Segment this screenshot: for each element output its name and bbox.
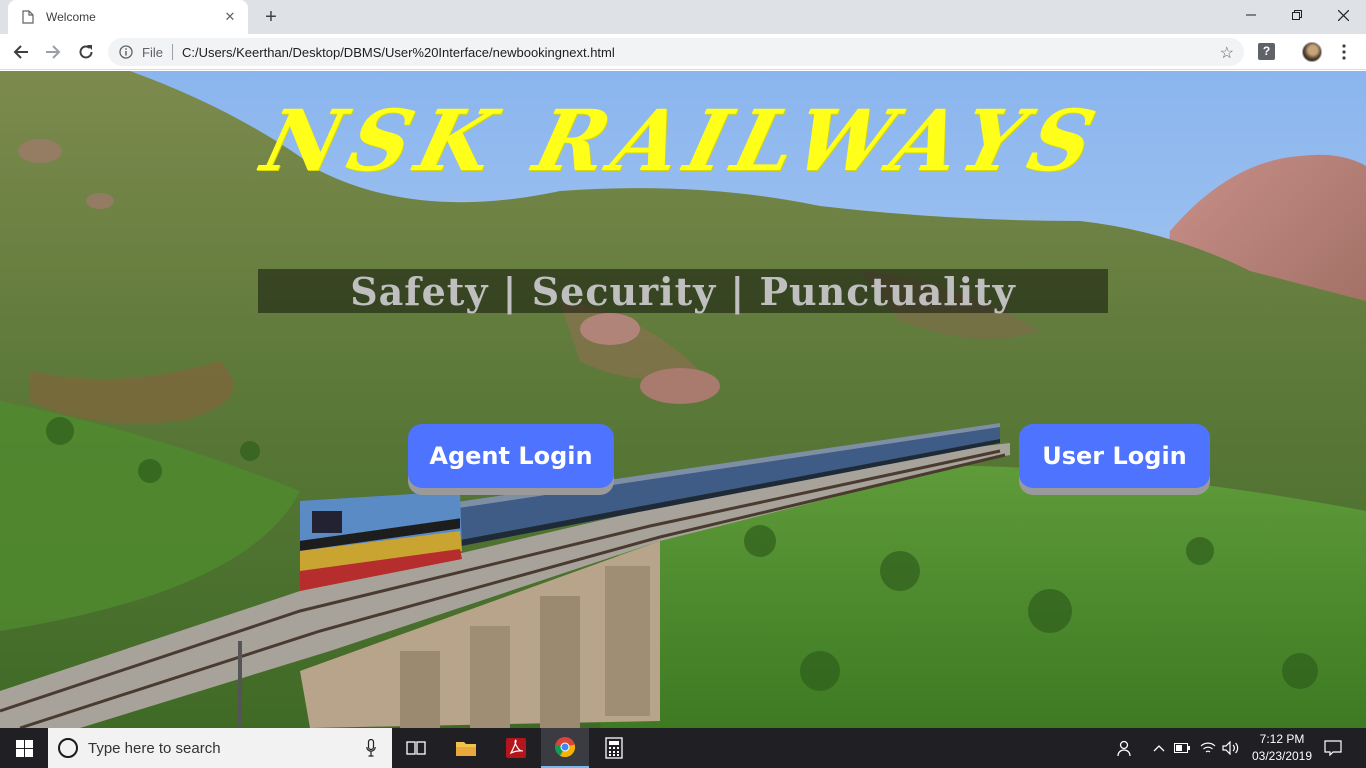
chrome-button[interactable] — [541, 728, 589, 768]
acrobat-button[interactable] — [492, 728, 540, 768]
clock-date: 03/23/2019 — [1251, 749, 1313, 763]
close-icon — [1337, 9, 1349, 21]
battery-icon — [1174, 743, 1190, 753]
url-text[interactable]: C:/Users/Keerthan/Desktop/DBMS/User%20In… — [182, 45, 615, 60]
chevron-up-icon — [1153, 745, 1165, 752]
reload-icon — [79, 45, 93, 59]
show-hidden-icons-button[interactable] — [1150, 728, 1168, 768]
page-viewport: NSK RAILWAYS Safety | Security | Punctua… — [0, 71, 1366, 728]
battery-button[interactable] — [1172, 728, 1192, 768]
info-icon[interactable] — [119, 45, 133, 59]
task-view-button[interactable] — [392, 728, 440, 768]
agent-login-button[interactable]: Agent Login — [408, 424, 614, 488]
page-icon — [22, 10, 34, 24]
search-placeholder: Type here to search — [88, 739, 221, 757]
forward-button[interactable] — [41, 40, 65, 64]
pdf-icon — [506, 738, 526, 758]
people-icon — [1117, 740, 1131, 757]
kebab-menu-icon[interactable] — [1338, 42, 1350, 62]
file-scheme-label: File — [142, 44, 163, 60]
tab-strip: Welcome ✕ + — [0, 0, 1366, 34]
cortana-icon — [58, 738, 78, 758]
browser-toolbar: File C:/Users/Keerthan/Desktop/DBMS/User… — [0, 34, 1366, 70]
brand-title: NSK RAILWAYS — [253, 91, 1113, 190]
chrome-icon — [554, 737, 576, 758]
file-explorer-button[interactable] — [442, 728, 490, 768]
clock-time: 7:12 PM — [1259, 732, 1305, 746]
tab-close-icon[interactable]: ✕ — [222, 9, 238, 25]
notification-icon — [1324, 740, 1342, 756]
network-button[interactable] — [1198, 728, 1218, 768]
calculator-button[interactable] — [590, 728, 638, 768]
calculator-icon — [605, 737, 623, 759]
action-center-button[interactable] — [1320, 728, 1346, 768]
address-separator — [171, 44, 173, 60]
tagline-banner: Safety | Security | Punctuality — [258, 268, 1108, 314]
volume-button[interactable] — [1220, 728, 1242, 768]
windows-logo-icon — [15, 739, 33, 757]
browser-tab[interactable]: Welcome ✕ — [8, 0, 248, 34]
back-button[interactable] — [9, 40, 33, 64]
tab-title: Welcome — [46, 10, 96, 24]
new-tab-button[interactable]: + — [260, 4, 282, 30]
people-button[interactable] — [1112, 728, 1136, 768]
minimize-icon — [1246, 14, 1256, 16]
windows-taskbar: Type here to search 7:12 PM 03/23/2019 — [0, 728, 1366, 768]
user-login-button[interactable]: User Login — [1019, 424, 1210, 488]
bookmark-star-icon[interactable]: ☆ — [1220, 43, 1234, 63]
profile-avatar[interactable] — [1302, 42, 1322, 62]
forward-arrow-icon — [46, 45, 61, 59]
start-button[interactable] — [0, 728, 48, 768]
back-arrow-icon — [13, 45, 28, 59]
restore-button[interactable] — [1274, 0, 1320, 30]
restore-icon — [1292, 10, 1302, 20]
address-bar[interactable]: File C:/Users/Keerthan/Desktop/DBMS/User… — [108, 38, 1244, 66]
close-window-button[interactable] — [1320, 0, 1366, 30]
taskbar-search-box[interactable]: Type here to search — [48, 728, 392, 768]
microphone-icon[interactable] — [366, 739, 376, 757]
reload-button[interactable] — [74, 40, 98, 64]
folder-icon — [456, 742, 476, 756]
speaker-icon — [1222, 741, 1239, 755]
minimize-button[interactable] — [1228, 0, 1274, 30]
task-view-icon — [406, 741, 426, 755]
help-extension-icon[interactable]: ? — [1258, 43, 1275, 60]
tagline-text: Safety | Security | Punctuality — [350, 268, 1016, 314]
taskbar-clock[interactable]: 7:12 PM 03/23/2019 — [1246, 731, 1318, 765]
wifi-icon — [1200, 742, 1216, 753]
